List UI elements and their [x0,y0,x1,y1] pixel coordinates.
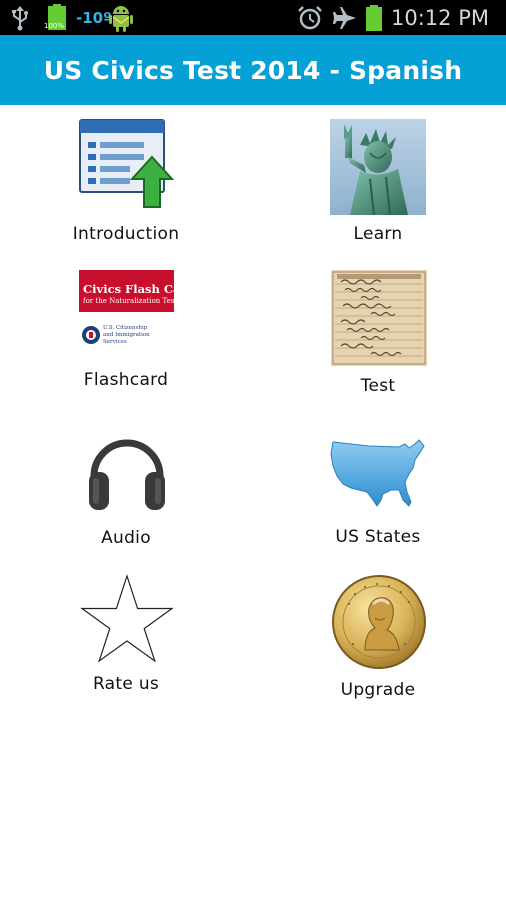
cover-title: Civics Flash Cards [83,282,174,296]
airplane-mode-icon [332,0,358,35]
washington-dollar-coin-icon [331,574,427,670]
clock-label: 10:12 PM [391,5,489,30]
app-title-bar: US Civics Test 2014 - Spanish [0,35,506,105]
menu-item-rate-us[interactable]: Rate us [26,574,226,696]
menu-item-label: Upgrade [340,680,416,700]
menu-item-audio[interactable]: Audio [26,428,226,550]
menu-item-label: Test [360,376,396,396]
battery-percent-label: 100% [44,21,65,30]
menu-item-label: Introduction [72,224,180,244]
introduction-list-upload-icon [78,117,175,213]
menu-item-label: Flashcard [83,370,169,390]
us-map-icon [329,438,427,513]
cover-agency-line: and Immigration [103,332,150,338]
menu-item-learn[interactable]: Learn [278,117,478,247]
menu-item-label: Rate us [92,674,160,694]
menu-item-label: Learn [353,224,403,244]
status-bar: 100% -10º 10:12 PM [0,0,506,35]
civics-flash-cards-cover: Civics Flash Cards for the Naturalizatio… [79,270,174,360]
menu-item-flashcard[interactable]: Civics Flash Cards for the Naturalizatio… [26,270,226,395]
statue-of-liberty-image [330,119,426,216]
battery-icon: 100% [44,0,69,35]
menu-item-introduction[interactable]: Introduction [26,117,226,247]
battery-full-icon [365,0,383,35]
android-icon [108,0,134,35]
app-title: US Civics Test 2014 - Spanish [43,55,463,85]
star-outline-icon [79,574,175,666]
cover-agency-line: Services [103,339,127,345]
temperature-label: -10º [76,8,112,27]
menu-item-label: US States [335,527,421,547]
menu-item-label: Audio [101,528,151,548]
menu-item-us-states[interactable]: US States [278,428,478,550]
registration-card-document-image [331,270,427,366]
menu-item-test[interactable]: Test [278,270,478,400]
cover-subtitle: for the Naturalization Test [83,297,174,305]
dhs-seal-icon [82,326,100,344]
cover-agency-line: U.S. Citizenship [103,325,148,331]
alarm-icon [297,0,323,35]
usb-icon [10,0,30,35]
headphones-icon [86,428,168,512]
menu-item-upgrade[interactable]: Upgrade [278,574,478,704]
